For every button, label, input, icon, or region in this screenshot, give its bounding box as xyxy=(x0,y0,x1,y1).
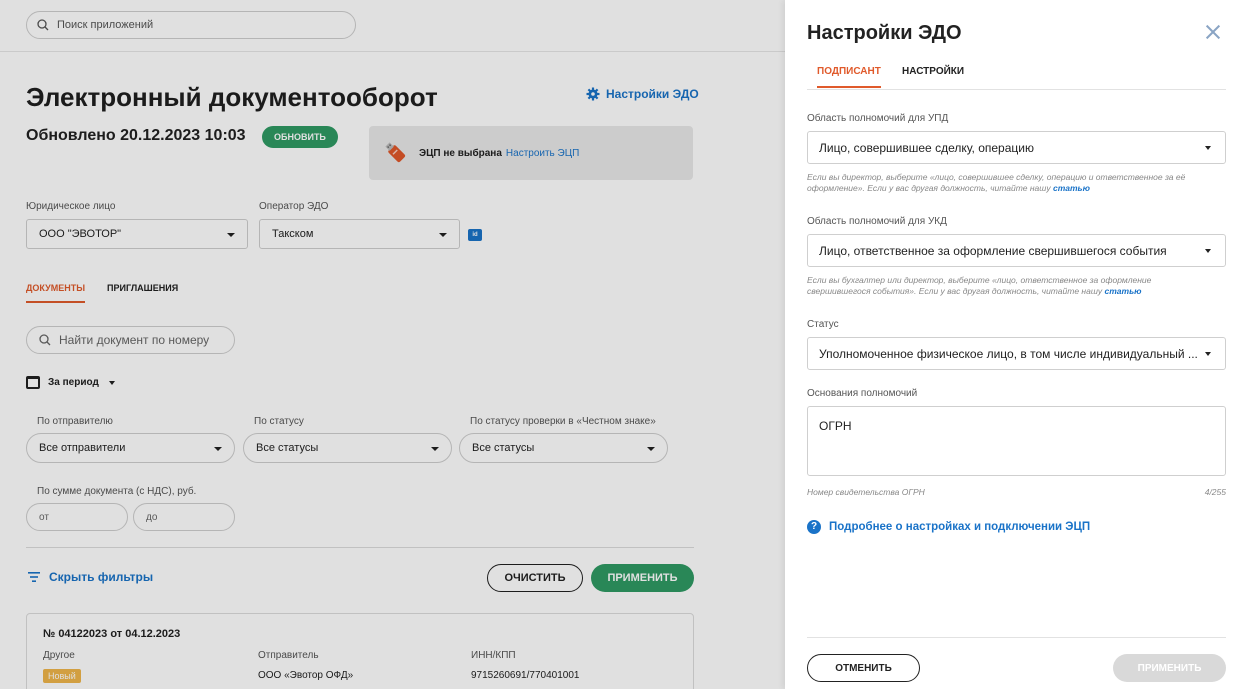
basis-textarea[interactable]: ОГРН xyxy=(807,406,1226,476)
ukd-authority-select[interactable]: Лицо, ответственное за оформление сверши… xyxy=(807,234,1226,267)
edo-settings-drawer: Настройки ЭДО ПОДПИСАНТ НАСТРОЙКИ Област… xyxy=(785,0,1237,689)
basis-value: ОГРН xyxy=(819,419,852,433)
status-label: Статус xyxy=(807,319,839,330)
apply-button[interactable]: ПРИМЕНИТЬ xyxy=(1113,654,1226,682)
drawer-title: Настройки ЭДО xyxy=(807,22,962,44)
close-icon[interactable] xyxy=(1205,24,1221,40)
status-select[interactable]: Уполномоченное физическое лицо, в том чи… xyxy=(807,337,1226,370)
basis-hint: Номер свидетельства ОГРН xyxy=(807,487,925,497)
ecp-help-link[interactable]: ? Подробнее о настройках и подключении Э… xyxy=(807,520,1090,534)
upd-authority-hint: Если вы директор, выберите «лицо, соверш… xyxy=(807,172,1217,194)
question-icon: ? xyxy=(807,520,821,534)
status-value: Уполномоченное физическое лицо, в том чи… xyxy=(819,346,1198,361)
upd-hint-text: Если вы директор, выберите «лицо, соверш… xyxy=(807,172,1186,193)
tab-settings[interactable]: НАСТРОЙКИ xyxy=(902,66,964,86)
ukd-authority-label: Область полномочий для УКД xyxy=(807,216,947,227)
drawer-tabs: ПОДПИСАНТ НАСТРОЙКИ xyxy=(807,66,1226,90)
caret-down-icon xyxy=(1205,146,1211,150)
upd-authority-select[interactable]: Лицо, совершившее сделку, операцию xyxy=(807,131,1226,164)
upd-authority-label: Область полномочий для УПД xyxy=(807,113,949,124)
ukd-authority-hint: Если вы бухгалтер или директор, выберите… xyxy=(807,275,1217,297)
basis-label: Основания полномочий xyxy=(807,388,918,399)
footer-divider xyxy=(807,637,1226,638)
basis-char-counter: 4/255 xyxy=(1204,487,1226,497)
modal-overlay[interactable] xyxy=(0,0,785,689)
ukd-authority-value: Лицо, ответственное за оформление сверши… xyxy=(819,243,1167,258)
upd-article-link[interactable]: статью xyxy=(1053,183,1090,193)
upd-authority-value: Лицо, совершившее сделку, операцию xyxy=(819,140,1034,155)
ukd-article-link[interactable]: статью xyxy=(1105,286,1142,296)
cancel-button[interactable]: ОТМЕНИТЬ xyxy=(807,654,920,682)
ukd-hint-text: Если вы бухгалтер или директор, выберите… xyxy=(807,275,1152,296)
tab-signer[interactable]: ПОДПИСАНТ xyxy=(817,66,881,88)
caret-down-icon xyxy=(1205,249,1211,253)
caret-down-icon xyxy=(1205,352,1211,356)
ecp-help-label: Подробнее о настройках и подключении ЭЦП xyxy=(829,521,1091,533)
